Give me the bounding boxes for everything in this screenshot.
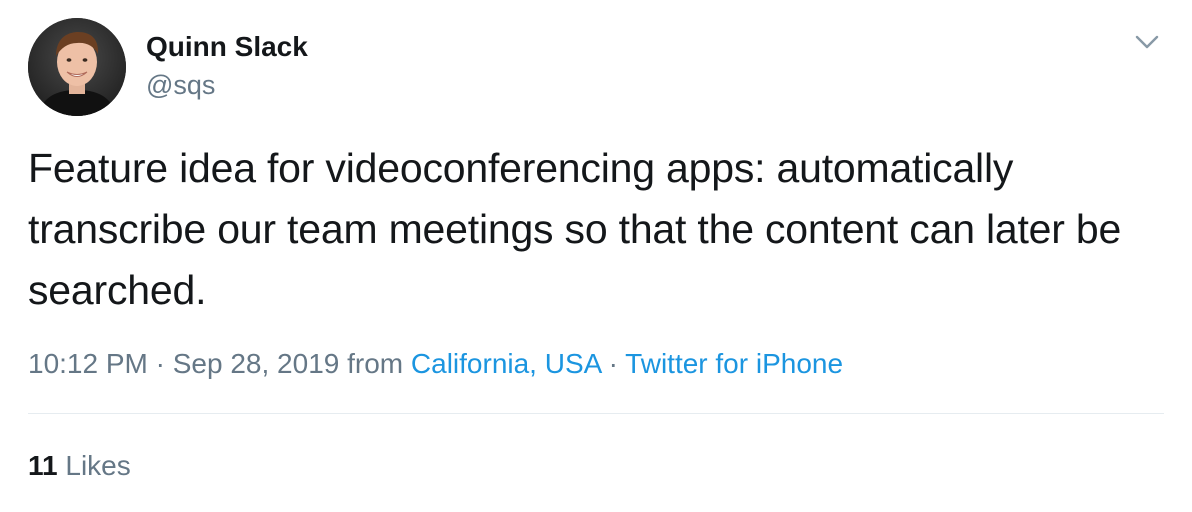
likes-count: 11 (28, 450, 58, 481)
location-link[interactable]: California, USA (411, 348, 601, 379)
source-link[interactable]: Twitter for iPhone (625, 348, 843, 379)
author-info: Quinn Slack @sqs (146, 30, 308, 102)
avatar-image (28, 18, 126, 116)
tweet-text: Feature idea for videoconferencing apps:… (28, 145, 1122, 313)
tweet-date[interactable]: Sep 28, 2019 (173, 348, 340, 379)
chevron-down-icon[interactable] (1134, 32, 1160, 52)
author-handle[interactable]: @sqs (146, 68, 308, 102)
tweet-meta: 10:12 PM · Sep 28, 2019 from California,… (28, 346, 843, 382)
meta-separator: · (608, 348, 618, 379)
meta-separator: · (155, 348, 165, 379)
from-label: from (347, 348, 404, 379)
likes-stat[interactable]: 11 Likes (28, 448, 131, 484)
avatar[interactable] (28, 18, 126, 116)
likes-label: Likes (65, 450, 131, 481)
tweet-time[interactable]: 10:12 PM (28, 348, 148, 379)
divider (28, 413, 1164, 414)
author-display-name[interactable]: Quinn Slack (146, 30, 308, 64)
tweet-card: Quinn Slack @sqs Feature idea for videoc… (0, 0, 1192, 512)
